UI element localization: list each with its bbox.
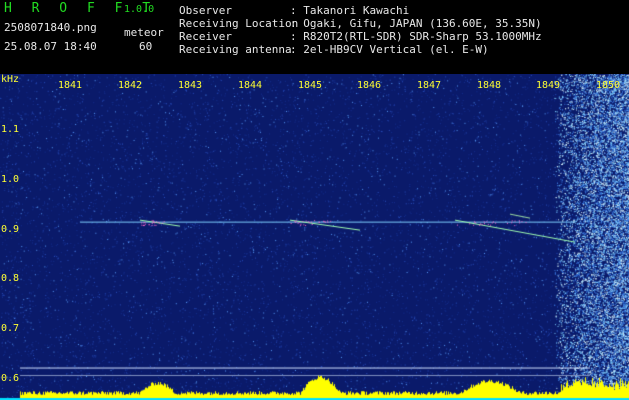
time-tick: 1844 <box>238 80 263 91</box>
observer-value: : Takanori Kawachi <box>290 4 410 17</box>
freq-tick: 1.0 <box>1 174 20 185</box>
freq-tick: 1.1 <box>1 124 20 135</box>
file-name: 2508071840.png <box>4 21 97 34</box>
spectrogram-canvas <box>0 74 629 400</box>
time-tick: 1847 <box>417 80 442 91</box>
time-tick: 1845 <box>298 80 323 91</box>
freq-tick: 0.8 <box>1 273 20 284</box>
freq-tick: 0.7 <box>1 323 20 334</box>
location-label: Receiving Location <box>179 17 299 30</box>
receiver-value: : R820T2(RTL-SDR) SDR-Sharp 53.1000MHz <box>290 30 542 43</box>
app-version: 1.0.0 <box>124 4 155 15</box>
time-tick: 1846 <box>357 80 382 91</box>
observer-label: Observer <box>179 4 232 17</box>
y-axis-unit: kHz <box>1 74 20 85</box>
time-tick: 1842 <box>118 80 143 91</box>
antenna-label: Receiving antenna <box>179 43 292 56</box>
receiver-label: Receiver <box>179 30 232 43</box>
time-tick: 1848 <box>477 80 502 91</box>
mode-label: meteor <box>124 26 164 39</box>
time-tick: 1849 <box>536 80 561 91</box>
location-value: : Ogaki, Gifu, JAPAN (136.60E, 35.35N) <box>290 17 542 30</box>
freq-tick: 0.9 <box>1 224 20 235</box>
header-panel: H R O F F T 1.0.0 2508071840.png meteor … <box>0 0 629 74</box>
mode-value: 60 <box>139 40 153 53</box>
time-tick: 1850 <box>596 80 621 91</box>
antenna-value: : 2el-HB9CV Vertical (el. E-W) <box>290 43 489 56</box>
time-tick: 1841 <box>58 80 83 91</box>
capture-datetime: 25.08.07 18:40 <box>4 40 97 53</box>
time-tick: 1843 <box>178 80 203 91</box>
freq-tick: 0.6 <box>1 373 20 384</box>
